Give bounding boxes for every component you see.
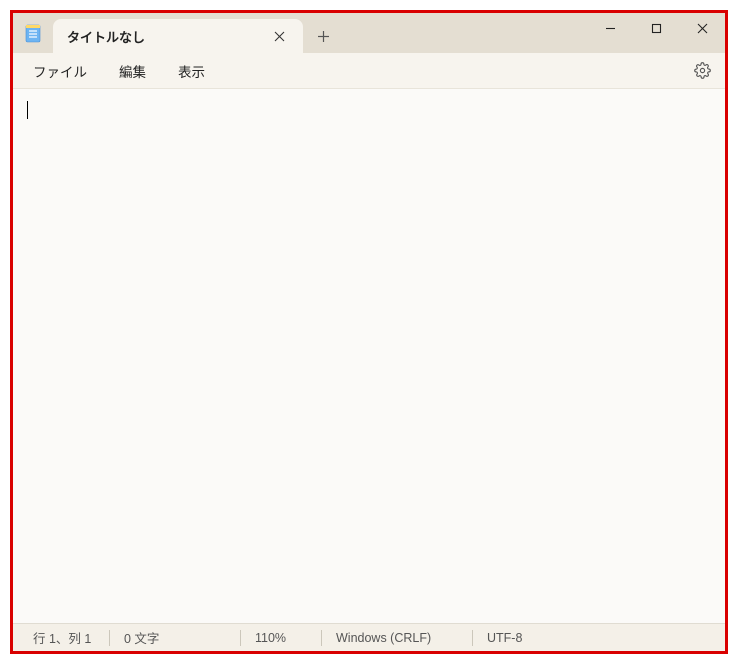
statusbar: 行 1、列 1 0 文字 110% Windows (CRLF) UTF-8 — [13, 623, 725, 651]
text-cursor — [27, 101, 28, 119]
text-editor[interactable] — [13, 89, 725, 623]
maximize-icon — [651, 23, 662, 34]
menu-file[interactable]: ファイル — [21, 57, 99, 85]
status-position: 行 1、列 1 — [19, 624, 109, 651]
minimize-button[interactable] — [587, 13, 633, 43]
maximize-button[interactable] — [633, 13, 679, 43]
menu-view[interactable]: 表示 — [166, 57, 217, 85]
gear-icon — [694, 62, 711, 79]
close-icon — [274, 31, 285, 42]
tab[interactable]: タイトルなし — [53, 19, 303, 53]
app-window: タイトルなし — [10, 10, 728, 654]
notepad-icon — [25, 23, 41, 43]
status-char-count: 0 文字 — [110, 624, 240, 651]
app-icon — [13, 13, 53, 53]
menubar: ファイル 編集 表示 — [13, 53, 725, 89]
plus-icon — [317, 30, 330, 43]
status-zoom[interactable]: 110% — [241, 624, 321, 651]
titlebar: タイトルなし — [13, 13, 725, 53]
new-tab-button[interactable] — [303, 19, 343, 53]
tab-title: タイトルなし — [67, 27, 265, 46]
menu-edit[interactable]: 編集 — [107, 57, 158, 85]
close-icon — [697, 23, 708, 34]
settings-button[interactable] — [687, 56, 717, 86]
window-close-button[interactable] — [679, 13, 725, 43]
tab-close-button[interactable] — [265, 22, 293, 50]
status-encoding: UTF-8 — [473, 624, 553, 651]
status-line-ending: Windows (CRLF) — [322, 624, 472, 651]
minimize-icon — [605, 23, 616, 34]
window-controls — [587, 13, 725, 43]
